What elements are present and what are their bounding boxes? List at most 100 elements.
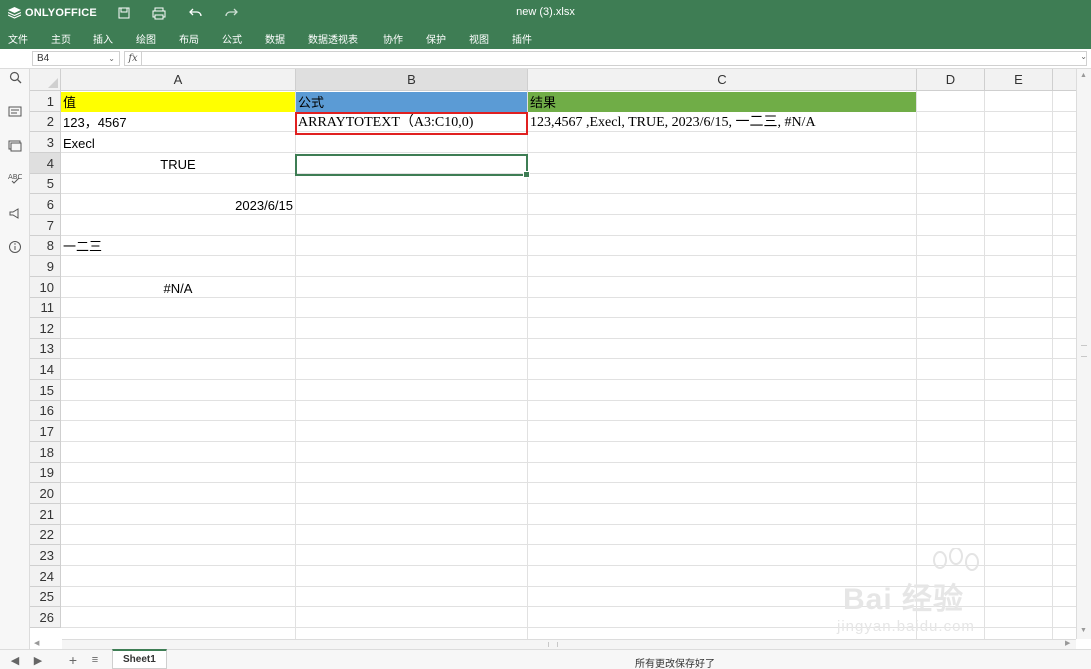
menu-home[interactable]: 主页 — [51, 31, 71, 46]
formula-input[interactable] — [142, 51, 1087, 66]
menu-plugins[interactable]: 插件 — [512, 31, 532, 46]
comment-icon[interactable] — [7, 104, 23, 120]
scroll-up-icon[interactable]: ▲ — [1080, 72, 1087, 79]
row-header-11[interactable]: 11 — [30, 298, 61, 318]
feedback-icon[interactable] — [7, 205, 23, 221]
row-header-14[interactable]: 14 — [30, 359, 61, 380]
row-header-12[interactable]: 12 — [30, 318, 61, 339]
column-header-f[interactable] — [1053, 69, 1076, 91]
cell-a2[interactable]: 123，4567 — [61, 113, 295, 133]
search-icon[interactable] — [7, 69, 23, 85]
menu-data[interactable]: 数据 — [265, 31, 285, 46]
row-header-25[interactable]: 25 — [30, 587, 61, 607]
row-gridline — [61, 482, 1076, 483]
scroll-down-icon[interactable]: ▼ — [1080, 627, 1087, 634]
row-gridline — [61, 276, 1076, 277]
menu-protect[interactable]: 保护 — [426, 31, 446, 46]
column-header-b[interactable]: B — [296, 69, 528, 91]
row-header-5[interactable]: 5 — [30, 174, 61, 194]
row-header-21[interactable]: 21 — [30, 504, 61, 525]
row-gridline — [61, 441, 1076, 442]
left-sidebar: ABC — [0, 69, 30, 649]
watermark-url: jingyan.baidu.com — [837, 618, 975, 635]
cell-a6[interactable]: 2023/6/15 — [61, 196, 295, 216]
row-header-23[interactable]: 23 — [30, 545, 61, 566]
row-header-15[interactable]: 15 — [30, 380, 61, 401]
svg-text:ABC: ABC — [8, 173, 22, 181]
menu-formula[interactable]: 公式 — [222, 31, 242, 46]
name-box-value: B4 — [37, 53, 50, 64]
function-icon[interactable]: fx — [124, 51, 142, 66]
select-all-corner[interactable] — [30, 69, 61, 91]
row-gridline — [61, 235, 1076, 236]
column-header-a[interactable]: A — [61, 69, 296, 91]
cell-b1[interactable]: 公式 — [296, 93, 527, 113]
row-header-13[interactable]: 13 — [30, 339, 61, 359]
vertical-scroll-thumb[interactable] — [1081, 345, 1087, 357]
document-title: new (3).xlsx — [516, 6, 575, 18]
row-header-19[interactable]: 19 — [30, 463, 61, 483]
column-header-c[interactable]: C — [528, 69, 917, 91]
cell-c2[interactable]: 123,4567 ,Execl, TRUE, 2023/6/15, 一二三, #… — [528, 113, 916, 133]
spreadsheet-app: ONLYOFFICE new (3).xlsx 文件 主页 插入 绘图 布局 公… — [0, 0, 1091, 669]
chat-icon[interactable] — [7, 137, 23, 153]
row-header-7[interactable]: 7 — [30, 215, 61, 236]
menu-view[interactable]: 视图 — [469, 31, 489, 46]
horizontal-scroll-thumb[interactable] — [548, 642, 558, 647]
row-header-16[interactable]: 16 — [30, 401, 61, 421]
cell-c1[interactable]: 结果 — [528, 93, 916, 113]
cell-a4[interactable]: TRUE — [61, 155, 295, 175]
cell-a1[interactable]: 值 — [61, 93, 295, 113]
save-status-text: 所有更改保存好了 — [635, 659, 715, 669]
menu-insert[interactable]: 插入 — [93, 31, 113, 46]
row-header-10[interactable]: 10 — [30, 277, 61, 298]
row-gridline — [61, 524, 1076, 525]
highlighted-formula-cell — [295, 112, 528, 135]
formula-bar: B4 ⌄ fx ⌄ — [0, 49, 1091, 69]
info-icon[interactable] — [7, 239, 23, 255]
row-gridline — [61, 193, 1076, 194]
row-header-18[interactable]: 18 — [30, 442, 61, 463]
row-gridline — [61, 379, 1076, 380]
name-box[interactable]: B4 ⌄ — [32, 51, 120, 66]
cell-a3[interactable]: Execl — [61, 134, 295, 154]
menu-collab[interactable]: 协作 — [383, 31, 403, 46]
row-gridline — [61, 420, 1076, 421]
row-header-26[interactable]: 26 — [30, 607, 61, 628]
active-cell-b4[interactable] — [295, 154, 530, 178]
menu-file[interactable]: 文件 — [8, 31, 28, 46]
cell-a8[interactable]: 一二三 — [61, 237, 295, 257]
row-header-6[interactable]: 6 — [30, 194, 61, 215]
status-bar: ◀ ▶ + ≡ Sheet1 所有更改保存好了 — [0, 649, 1091, 669]
cell-a10[interactable]: #N/A — [61, 279, 295, 299]
row-header-2[interactable]: 2 — [30, 112, 61, 132]
menu-bar: 文件 主页 插入 绘图 布局 公式 数据 数据透视表 协作 保护 视图 插件 — [0, 27, 1091, 49]
row-header-20[interactable]: 20 — [30, 483, 61, 504]
menu-pivot[interactable]: 数据透视表 — [308, 31, 358, 46]
chevron-down-icon[interactable]: ⌄ — [108, 52, 115, 65]
row-header-17[interactable]: 17 — [30, 421, 61, 442]
horizontal-scrollbar[interactable]: ◀ ▶ — [34, 639, 1076, 649]
row-header-22[interactable]: 22 — [30, 525, 61, 545]
row-gridline — [61, 317, 1076, 318]
row-header-1[interactable]: 1 — [30, 91, 61, 112]
row-header-8[interactable]: 8 — [30, 236, 61, 256]
vertical-scrollbar[interactable]: ▲ ▼ — [1076, 69, 1091, 639]
row-header-4[interactable]: 4 — [30, 153, 61, 174]
row-header-24[interactable]: 24 — [30, 566, 61, 587]
spellcheck-icon[interactable]: ABC — [7, 170, 23, 186]
column-header-e[interactable]: E — [985, 69, 1053, 91]
row-gridline — [61, 358, 1076, 359]
row-header-3[interactable]: 3 — [30, 132, 61, 153]
scroll-left-icon[interactable]: ◀ — [34, 639, 39, 647]
row-gridline — [61, 503, 1076, 504]
column-header-d[interactable]: D — [917, 69, 985, 91]
watermark-brand: Bai 经验 — [843, 583, 965, 616]
menu-layout[interactable]: 布局 — [179, 31, 199, 46]
row-gridline — [61, 544, 1076, 545]
expand-formula-icon[interactable]: ⌄ — [1080, 52, 1087, 61]
scroll-right-icon[interactable]: ▶ — [1065, 639, 1070, 647]
row-header-9[interactable]: 9 — [30, 256, 61, 277]
row-gridline — [61, 338, 1076, 339]
menu-draw[interactable]: 绘图 — [136, 31, 156, 46]
